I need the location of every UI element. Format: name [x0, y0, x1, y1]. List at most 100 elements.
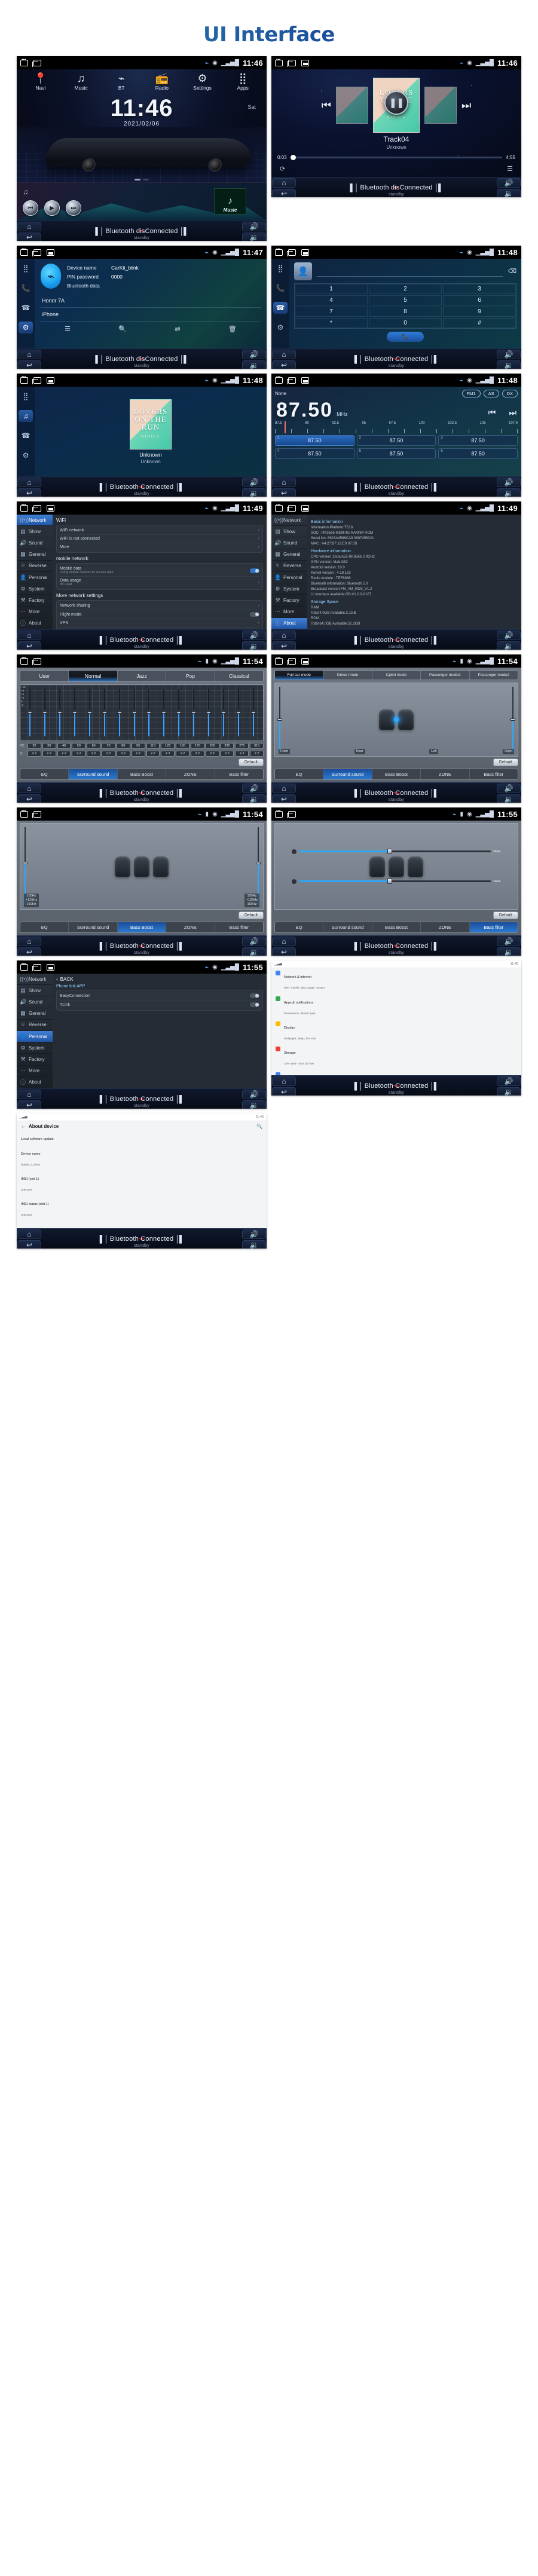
eq-band[interactable]: [132, 687, 137, 739]
eq-band[interactable]: [27, 687, 32, 739]
settings-item-show[interactable]: ▤ Show: [271, 526, 307, 538]
tab-bass-boost[interactable]: Bass Boost: [118, 769, 167, 779]
recents-icon[interactable]: [287, 377, 296, 384]
fc-value[interactable]: 275: [235, 743, 249, 749]
fc-value[interactable]: 110: [146, 743, 160, 749]
recents-icon[interactable]: [32, 657, 41, 665]
tab-surround-sound[interactable]: Surround sound: [69, 769, 118, 779]
fc-value[interactable]: 30: [42, 743, 56, 749]
gear-icon[interactable]: ⚙: [19, 449, 33, 461]
list-item[interactable]: IMEI status (slot 2)Unknown: [17, 1221, 267, 1229]
volume-down-icon[interactable]: 🔉: [242, 947, 266, 956]
soundfield-focus-dot[interactable]: [393, 717, 399, 723]
eq-band[interactable]: [251, 687, 256, 739]
tab-bass-filter[interactable]: Bass filter: [215, 769, 263, 779]
menu-dots-icon[interactable]: [275, 809, 283, 818]
q-value[interactable]: 2.2: [87, 751, 101, 757]
screenshot-icon[interactable]: [47, 249, 54, 256]
list-item[interactable]: Storage 24% used - 48.6 GB free: [271, 1044, 521, 1069]
q-value[interactable]: 2.2: [131, 751, 145, 757]
volume-up-icon[interactable]: 🔊: [242, 937, 266, 946]
tune-up-icon[interactable]: ⏭: [509, 408, 516, 418]
apps-grid-icon[interactable]: ⣿: [19, 262, 33, 274]
mode-passenger1[interactable]: Passenger mode1: [421, 671, 470, 680]
preset-1[interactable]: 1 87.50: [275, 435, 354, 446]
zone-bottom-slider-row[interactable]: Mute: [292, 879, 501, 884]
gear-icon[interactable]: ⚙: [273, 322, 288, 334]
q-value[interactable]: 2.2: [205, 751, 219, 757]
volume-up-icon[interactable]: 🔊: [242, 478, 266, 487]
q-value[interactable]: 2.2: [176, 751, 189, 757]
nav-item-settings[interactable]: ⚙ Settings: [182, 72, 223, 91]
back-arrow-icon[interactable]: ↩: [17, 232, 41, 241]
gear-icon[interactable]: ⚙: [19, 322, 33, 334]
eq-preset-classical[interactable]: Classical: [215, 671, 263, 681]
eq-preset-normal[interactable]: Normal: [69, 671, 118, 681]
tab-surround-sound[interactable]: Surround sound: [323, 769, 372, 779]
menu-dots-icon[interactable]: [20, 503, 28, 512]
setting-row[interactable]: WiFi network ›: [60, 527, 259, 535]
settings-item-sound[interactable]: 🔊 Sound: [17, 996, 53, 1008]
default-button[interactable]: Default: [238, 758, 264, 766]
tab-bass-filter[interactable]: Bass filter: [469, 922, 518, 932]
recents-icon[interactable]: [287, 504, 296, 512]
menu-dots-icon[interactable]: [275, 58, 283, 66]
soundfield-stage[interactable]: Front Rear Left Right: [274, 683, 518, 757]
back-arrow-icon[interactable]: ↩: [17, 360, 41, 369]
nav-item-radio[interactable]: 📻 Radio: [142, 72, 182, 91]
tab-eq[interactable]: EQ: [20, 922, 69, 932]
apps-grid-icon[interactable]: ⣿: [273, 262, 288, 274]
q-value[interactable]: 2.2: [102, 751, 115, 757]
list-item[interactable]: PrivacyPermissions, account activity, pe…: [271, 1070, 521, 1075]
eq-band[interactable]: [42, 687, 47, 739]
setting-row[interactable]: EasyConnection: [60, 992, 259, 1001]
list-item[interactable]: Apps & notifications Permissions, default…: [271, 993, 521, 1018]
screenshot-icon[interactable]: [47, 963, 54, 971]
volume-down-icon[interactable]: 🔉: [242, 794, 266, 803]
volume-up-icon[interactable]: 🔊: [497, 178, 521, 188]
volume-up-icon[interactable]: 🔊: [497, 631, 521, 640]
menu-dots-icon[interactable]: [275, 503, 283, 512]
settings-item-network[interactable]: ((•)) Network: [17, 974, 53, 986]
fc-value[interactable]: 50: [72, 743, 86, 749]
page-indicator[interactable]: [134, 179, 149, 180]
tab-bass-boost[interactable]: Bass Boost: [372, 769, 421, 779]
q-value[interactable]: 2.2: [190, 751, 204, 757]
q-value[interactable]: 2.2: [72, 751, 86, 757]
tab-eq[interactable]: EQ: [20, 769, 69, 779]
settings-item-about[interactable]: ⓘ About: [17, 1077, 53, 1088]
menu-dots-icon[interactable]: [20, 962, 28, 971]
key-star[interactable]: *: [295, 318, 368, 328]
q-value[interactable]: 2.2: [235, 751, 249, 757]
music-widget[interactable]: ♫ ⏮ ▶ ⏭ ♪ Music: [17, 182, 267, 221]
album-card[interactable]: ♪ Music: [214, 188, 246, 215]
volume-down-icon[interactable]: 🔉: [497, 360, 521, 369]
volume-down-icon[interactable]: 🔉: [497, 189, 521, 197]
eq-band[interactable]: [57, 687, 62, 739]
settings-item-sound[interactable]: 🔊 Sound: [17, 537, 53, 549]
dialpad-icon[interactable]: ☎: [19, 302, 33, 314]
fc-value[interactable]: 175: [190, 743, 204, 749]
phone-number-input[interactable]: [317, 266, 503, 277]
call-log-icon[interactable]: 📞: [273, 282, 288, 294]
default-button[interactable]: Default: [493, 911, 518, 919]
back-arrow-icon[interactable]: ↩: [17, 488, 41, 497]
q-value[interactable]: 2.2: [220, 751, 234, 757]
fc-value[interactable]: 200: [205, 743, 219, 749]
back-arrow-icon[interactable]: ↩: [17, 1100, 41, 1109]
settings-item-personal[interactable]: 👤 Personal: [17, 1030, 53, 1043]
key-8[interactable]: 8: [369, 307, 442, 317]
tab-bass-filter[interactable]: Bass filter: [215, 922, 263, 932]
recents-icon[interactable]: [32, 59, 41, 67]
key-4[interactable]: 4: [295, 295, 368, 305]
tab-bass-boost[interactable]: Bass Boost: [372, 922, 421, 932]
back-arrow-icon[interactable]: ↩: [272, 360, 296, 369]
settings-item-general[interactable]: ▦ General: [17, 1008, 53, 1020]
key-5[interactable]: 5: [369, 295, 442, 305]
eq-preset-pop[interactable]: Pop: [166, 671, 215, 681]
menu-dots-icon[interactable]: [20, 809, 28, 818]
back-row[interactable]: ‹ BACK: [56, 977, 263, 982]
eq-band[interactable]: [117, 687, 122, 739]
delete-icon[interactable]: 🗑: [228, 325, 237, 333]
back-arrow-icon[interactable]: ↩: [272, 641, 296, 650]
